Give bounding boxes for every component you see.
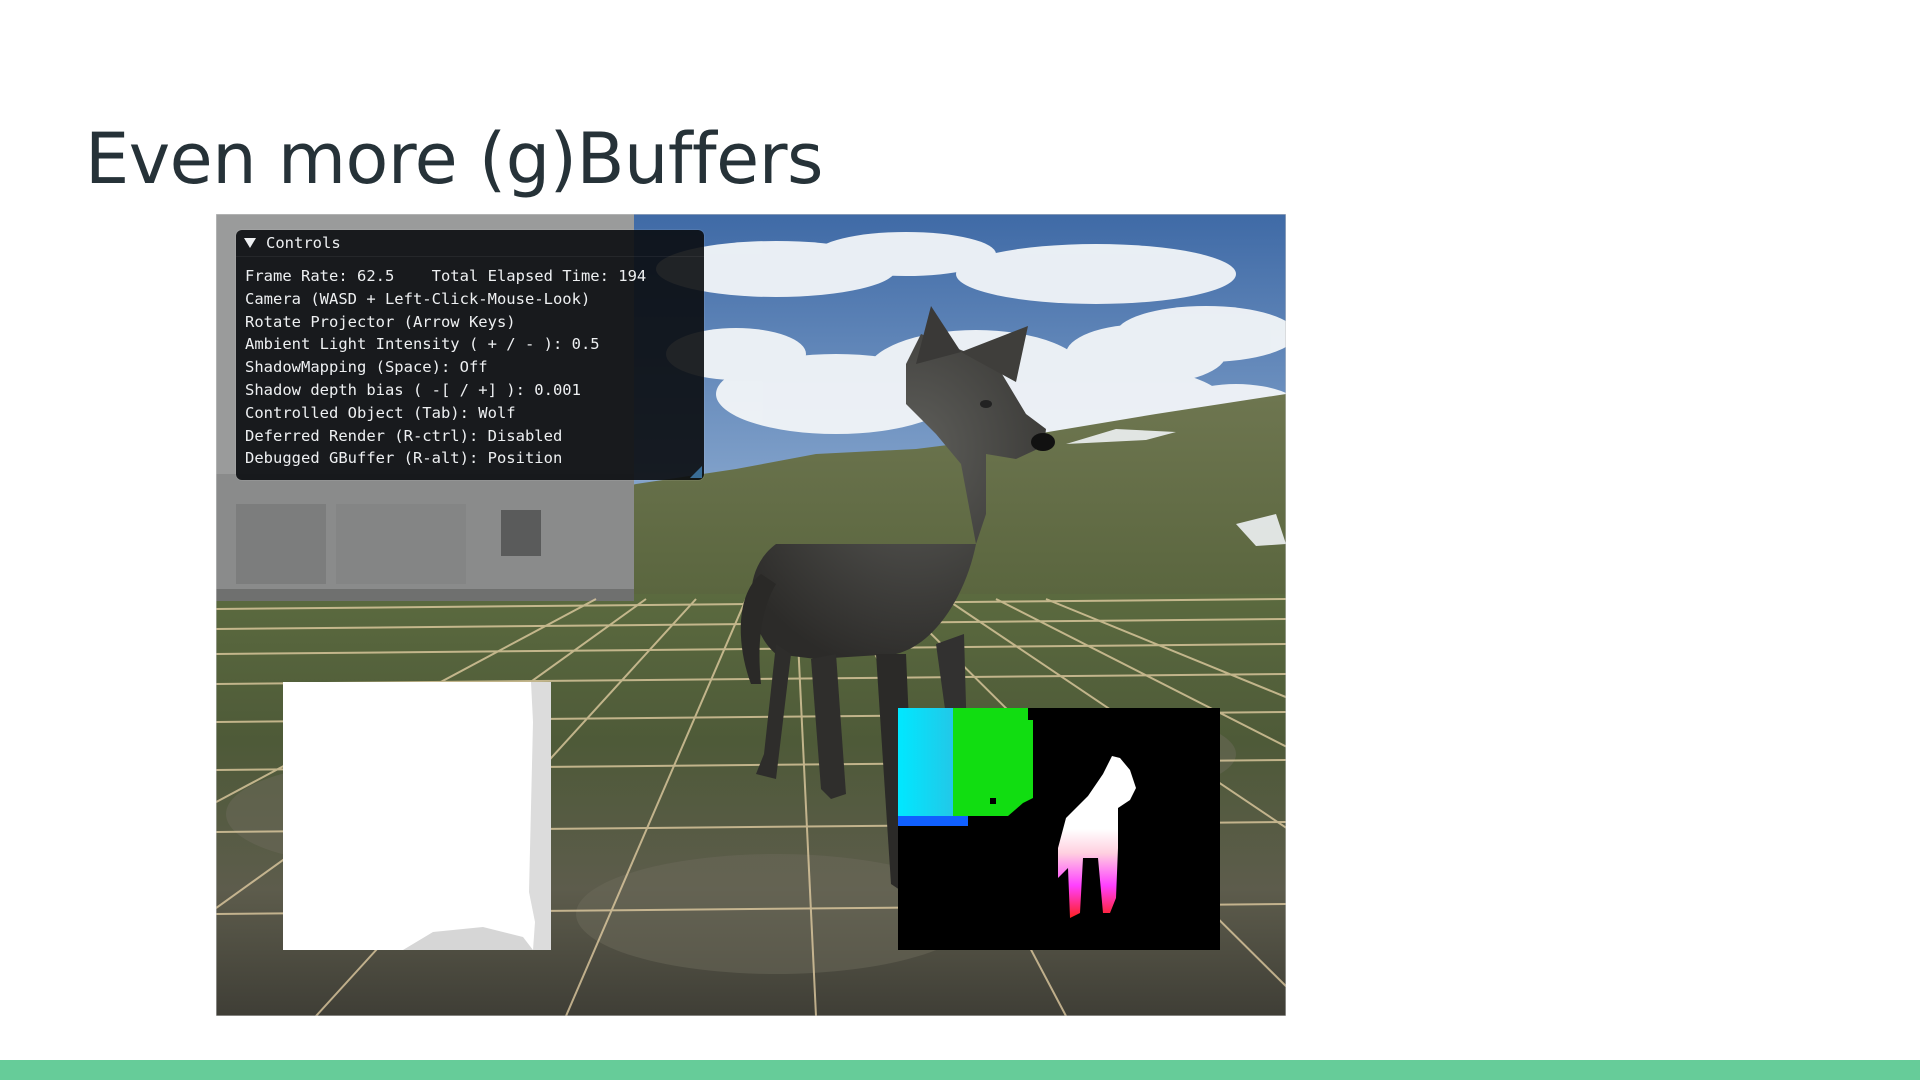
controls-title: Controls — [266, 234, 341, 252]
shadow-mapping-line: ShadowMapping (Space): Off — [245, 358, 488, 377]
gbuffer-position-preview — [898, 708, 1220, 950]
debugged-gbuffer-line: Debugged GBuffer (R-alt): Position — [245, 449, 563, 468]
controls-lines: Frame Rate: 62.5 Total Elapsed Time: 194… — [236, 257, 704, 470]
slide-title: Even more (g)Buffers — [85, 118, 823, 200]
deferred-render-line: Deferred Render (R-ctrl): Disabled — [245, 426, 563, 445]
ambient-light-line: Ambient Light Intensity ( + / - ): 0.5 — [245, 335, 600, 354]
controls-header[interactable]: Controls — [236, 230, 704, 257]
render-viewport[interactable]: Controls Frame Rate: 62.5 Total Elapsed … — [216, 214, 1286, 1016]
slide-accent-bar — [0, 1060, 1920, 1080]
resize-grip[interactable] — [690, 466, 702, 478]
camera-line: Camera (WASD + Left-Click-Mouse-Look) — [245, 289, 591, 308]
shadow-depth-bias-line: Shadow depth bias ( -[ / +] ): 0.001 — [245, 380, 581, 399]
controlled-object-line: Controlled Object (Tab): Wolf — [245, 403, 516, 422]
rotate-projector-line: Rotate Projector (Arrow Keys) — [245, 312, 516, 331]
gbuffer-depth-preview — [283, 682, 551, 950]
controls-panel[interactable]: Controls Frame Rate: 62.5 Total Elapsed … — [236, 230, 704, 480]
frame-rate-line: Frame Rate: 62.5 Total Elapsed Time: 194 — [245, 267, 647, 285]
triangle-down-icon[interactable] — [244, 238, 256, 248]
